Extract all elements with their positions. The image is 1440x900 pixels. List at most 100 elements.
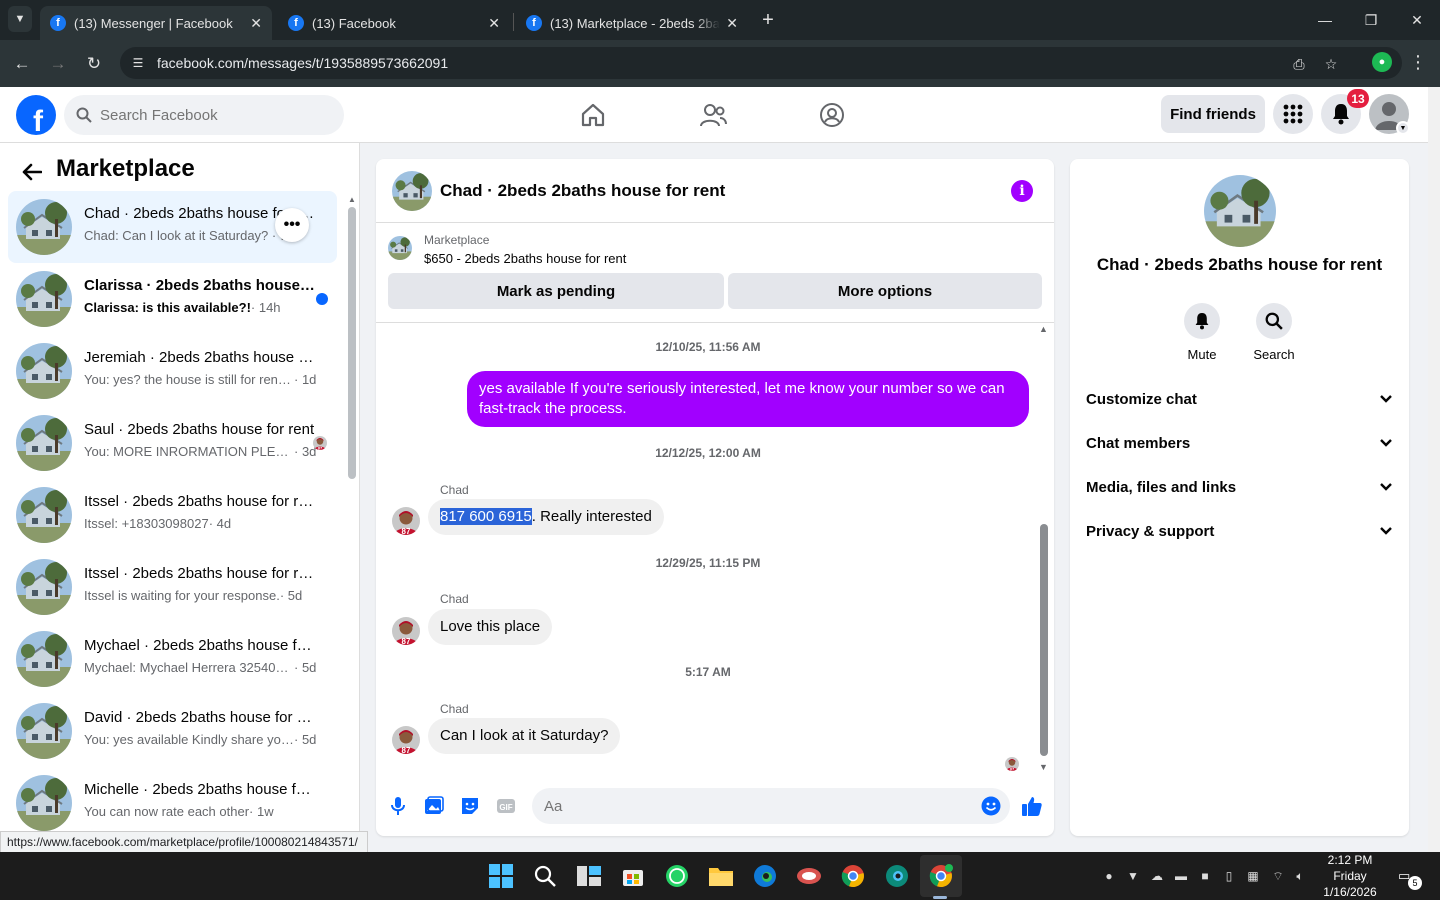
bookmark-star-icon[interactable]: ☆ bbox=[1322, 55, 1340, 73]
search-box[interactable] bbox=[64, 95, 344, 135]
app-icon[interactable] bbox=[795, 862, 823, 890]
listing-title[interactable]: $650 - 2beds 2baths house for rent bbox=[424, 251, 626, 266]
photo-icon[interactable] bbox=[422, 794, 446, 818]
close-tab-icon[interactable]: ✕ bbox=[488, 15, 500, 32]
tray-app-red-icon[interactable]: ■ bbox=[1197, 868, 1213, 884]
scrollbar-thumb[interactable] bbox=[1040, 524, 1048, 756]
restore-button[interactable]: ❐ bbox=[1356, 8, 1386, 32]
outgoing-message[interactable]: yes available If you're seriously intere… bbox=[467, 371, 1029, 427]
friends-icon[interactable] bbox=[697, 99, 729, 131]
search-icon[interactable] bbox=[1256, 303, 1292, 339]
search-action[interactable]: Search bbox=[1244, 303, 1304, 362]
emoji-icon[interactable] bbox=[981, 796, 1001, 816]
conversation-item[interactable]: Jeremiah · 2beds 2baths house for rent Yo… bbox=[8, 335, 337, 407]
site-settings-icon[interactable]: ☰ bbox=[130, 55, 146, 71]
page-scrollbar[interactable] bbox=[1428, 87, 1440, 852]
gif-icon[interactable]: GIF bbox=[494, 794, 518, 818]
conversation-item[interactable]: Saul · 2beds 2baths house for rent You: M… bbox=[8, 407, 337, 479]
conversation-item[interactable]: Chad · 2beds 2baths house for rent Chad: … bbox=[8, 191, 337, 263]
file-explorer-icon[interactable] bbox=[707, 862, 735, 890]
section-chat-members[interactable]: Chat members bbox=[1086, 421, 1393, 465]
task-view-icon[interactable] bbox=[575, 862, 603, 890]
section-privacy-support[interactable]: Privacy & support bbox=[1086, 509, 1393, 553]
minimize-button[interactable]: — bbox=[1310, 8, 1340, 32]
browser-menu-icon[interactable]: ⋮ bbox=[1408, 52, 1428, 72]
chrome-icon[interactable] bbox=[839, 862, 867, 890]
close-tab-icon[interactable]: ✕ bbox=[250, 15, 262, 32]
more-options-button[interactable]: More options bbox=[728, 273, 1042, 309]
facebook-logo[interactable]: f bbox=[16, 95, 56, 135]
more-options-icon[interactable]: ••• bbox=[275, 208, 309, 242]
omnibox[interactable]: ☰ facebook.com/messages/t/19358895736620… bbox=[120, 47, 1402, 79]
chrome-active-icon[interactable] bbox=[927, 862, 955, 890]
sender-avatar[interactable]: 87 bbox=[392, 507, 420, 535]
reload-icon[interactable]: ↻ bbox=[82, 52, 106, 76]
tab-search-chevron-icon[interactable]: ▼ bbox=[8, 6, 32, 32]
new-tab-button[interactable]: + bbox=[758, 8, 778, 32]
find-friends-button[interactable]: Find friends bbox=[1161, 95, 1265, 133]
info-icon[interactable]: i bbox=[1011, 180, 1033, 202]
conversation-item[interactable]: Mychael · 2beds 2baths house for rent Myc… bbox=[8, 623, 337, 695]
section-media-files-links[interactable]: Media, files and links bbox=[1086, 465, 1393, 509]
listing-thumbnail[interactable] bbox=[388, 236, 412, 260]
conversation-list-scrollbar[interactable]: ▲ bbox=[346, 191, 356, 851]
tray-shield-icon[interactable]: ▼ bbox=[1125, 868, 1141, 884]
search-input[interactable] bbox=[100, 106, 320, 124]
tray-battery-icon[interactable]: ▯ bbox=[1221, 868, 1237, 884]
scroll-up-arrow-icon[interactable]: ▲ bbox=[1039, 324, 1048, 334]
wifi-icon[interactable]: ⌔ bbox=[1270, 868, 1286, 884]
chevron-down-icon[interactable]: ▼ bbox=[1396, 121, 1410, 135]
notification-center-icon[interactable]: ▭ 5 bbox=[1398, 868, 1422, 890]
edge-icon[interactable] bbox=[751, 862, 779, 890]
chat-avatar[interactable] bbox=[392, 171, 432, 211]
tray-app-icon[interactable]: ● bbox=[1101, 868, 1117, 884]
tray-grid-icon[interactable]: ▦ bbox=[1245, 868, 1261, 884]
conversation-item[interactable]: Itssel · 2beds 2baths house for rent Itss… bbox=[8, 479, 337, 551]
close-window-button[interactable]: ✕ bbox=[1402, 8, 1432, 32]
tab-messenger[interactable]: f (13) Messenger | Facebook ✕ bbox=[40, 6, 272, 40]
microphone-icon[interactable] bbox=[386, 794, 410, 818]
install-app-icon[interactable]: ⎙ bbox=[1290, 55, 1308, 73]
search-icon[interactable] bbox=[531, 862, 559, 890]
sender-avatar[interactable]: 87 bbox=[392, 726, 420, 754]
scroll-up-arrow-icon[interactable]: ▲ bbox=[348, 195, 356, 204]
tab-marketplace[interactable]: f (13) Marketplace - 2beds 2baths ✕ bbox=[516, 6, 748, 40]
store-icon[interactable] bbox=[619, 862, 647, 890]
incoming-message[interactable]: Can I look at it Saturday? bbox=[428, 718, 621, 754]
extension-icon[interactable]: ● bbox=[1372, 52, 1392, 72]
scroll-down-arrow-icon[interactable]: ▼ bbox=[1039, 762, 1048, 772]
start-windows-icon[interactable] bbox=[487, 862, 515, 890]
scrollbar-thumb[interactable] bbox=[348, 207, 356, 479]
conversation-item[interactable]: David · 2beds 2baths house for rent You: … bbox=[8, 695, 337, 767]
tray-cloud-icon[interactable]: ☁ bbox=[1149, 868, 1165, 884]
forward-icon[interactable]: → bbox=[46, 52, 70, 76]
system-clock[interactable]: 2:12 PM Friday 1/16/2026 bbox=[1318, 852, 1382, 900]
home-icon[interactable] bbox=[577, 99, 609, 131]
url-text[interactable]: facebook.com/messages/t/1935889573662091 bbox=[157, 55, 448, 71]
mark-as-pending-button[interactable]: Mark as pending bbox=[388, 273, 724, 309]
incoming-message[interactable]: 817 600 6915. Really interested bbox=[428, 499, 664, 535]
bell-icon[interactable] bbox=[1184, 303, 1220, 339]
groups-icon[interactable] bbox=[816, 99, 848, 131]
close-tab-icon[interactable]: ✕ bbox=[726, 15, 738, 32]
sender-avatar[interactable]: 87 bbox=[392, 617, 420, 645]
mute-action[interactable]: Mute bbox=[1172, 303, 1232, 362]
tray-folder-icon[interactable]: ▬ bbox=[1173, 868, 1189, 884]
chat-scrollbar[interactable]: ▲ ▼ bbox=[1036, 324, 1050, 774]
tab-facebook[interactable]: f (13) Facebook ✕ bbox=[278, 6, 510, 40]
highlighted-phone-number[interactable]: 817 600 6915 bbox=[440, 508, 532, 525]
whatsapp-icon[interactable] bbox=[663, 862, 691, 890]
edge-dev-icon[interactable] bbox=[883, 862, 911, 890]
chat-title[interactable]: Chad · 2beds 2baths house for rent bbox=[440, 181, 725, 201]
conversation-item[interactable]: Clarissa · 2beds 2baths house for rent Cl… bbox=[8, 263, 337, 335]
menu-grid-icon[interactable] bbox=[1273, 94, 1313, 134]
conversation-item[interactable]: Michelle · 2beds 2baths house for rent Yo… bbox=[8, 767, 337, 839]
thumbs-up-icon[interactable] bbox=[1020, 794, 1044, 818]
incoming-message[interactable]: Love this place bbox=[428, 609, 553, 645]
message-input[interactable] bbox=[532, 788, 1010, 824]
conversation-item[interactable]: Itssel · 2beds 2baths house for rent Itss… bbox=[8, 551, 337, 623]
contact-avatar[interactable] bbox=[1204, 175, 1276, 247]
volume-icon[interactable]: 🔈︎ bbox=[1292, 868, 1308, 884]
back-arrow-icon[interactable] bbox=[20, 160, 44, 184]
sticker-icon[interactable] bbox=[458, 794, 482, 818]
